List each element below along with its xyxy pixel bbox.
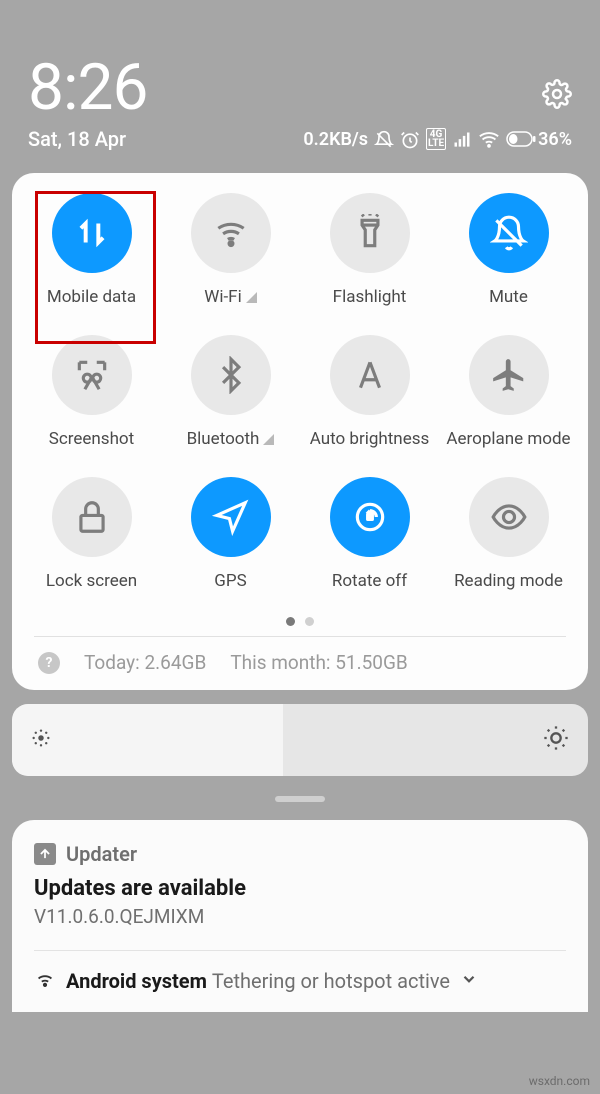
toggle-label: Auto brightness: [310, 429, 430, 449]
settings-gear-icon[interactable]: [542, 50, 572, 125]
toggle-label: Screenshot: [49, 429, 134, 449]
page-dot-1[interactable]: [286, 617, 295, 626]
clock-time: 8:26: [28, 50, 147, 125]
updater-icon: [34, 843, 56, 865]
flashlight-icon[interactable]: [330, 193, 410, 273]
toggle-mute[interactable]: Mute: [439, 193, 578, 307]
toggle-rotate-off[interactable]: Rotate off: [300, 477, 439, 591]
notification-card[interactable]: Updater Updates are available V11.0.6.0.…: [12, 820, 588, 1012]
toggle-label: Bluetooth: [187, 429, 260, 449]
notification-shade-header: 8:26 Sat, 18 Apr 0.2KB/s 4G LTE: [0, 0, 600, 161]
quick-settings-panel: Mobile data Wi-Fi Flashlight Mute Screenshot…: [12, 173, 588, 690]
alarm-icon: [400, 128, 420, 149]
toggle-auto-brightness[interactable]: Auto brightness: [300, 335, 439, 449]
help-icon: ?: [38, 652, 60, 674]
chevron-down-icon[interactable]: [460, 969, 478, 993]
battery-indicator: 36%: [506, 129, 572, 150]
toggle-bluetooth[interactable]: Bluetooth: [161, 335, 300, 449]
notification-secondary-row[interactable]: Android system Tethering or hotspot acti…: [34, 967, 566, 994]
usage-month: This month: 51.50GB: [230, 651, 407, 674]
notification-second-app: Android system: [66, 969, 207, 993]
toggle-label: Aeroplane mode: [446, 429, 570, 449]
status-bar: 0.2KB/s 4G LTE 36%: [303, 128, 572, 150]
aeroplane-mode-icon[interactable]: [469, 335, 549, 415]
toggle-label: Mobile data: [47, 287, 136, 307]
toggle-label: GPS: [214, 571, 246, 591]
signal-icon: [452, 128, 472, 149]
bluetooth-icon[interactable]: [191, 335, 271, 415]
auto-brightness-icon[interactable]: [330, 335, 410, 415]
notification-title: Updates are available: [34, 876, 566, 901]
page-indicator[interactable]: [22, 617, 578, 626]
usage-today: Today: 2.64GB: [84, 651, 206, 674]
divider: [34, 950, 566, 951]
toggle-gps[interactable]: GPS: [161, 477, 300, 591]
toggle-aeroplane-mode[interactable]: Aeroplane mode: [439, 335, 578, 449]
toggle-lock-screen[interactable]: Lock screen: [22, 477, 161, 591]
screenshot-icon[interactable]: [52, 335, 132, 415]
expand-triangle-icon: [246, 292, 257, 303]
battery-pct: 36%: [538, 129, 572, 150]
dnd-off-icon: [374, 128, 394, 149]
toggle-label: Rotate off: [332, 571, 407, 591]
wifi-icon: [478, 128, 500, 150]
mobile-data-icon[interactable]: [52, 193, 132, 273]
brightness-fill: [12, 704, 283, 776]
network-speed: 0.2KB/s: [303, 129, 368, 150]
toggle-label: Flashlight: [333, 287, 407, 307]
date-label: Sat, 18 Apr: [28, 127, 126, 151]
toggle-label: Mute: [489, 287, 528, 307]
page-dot-2[interactable]: [305, 617, 314, 626]
watermark: wsxdn.com: [529, 1074, 590, 1088]
reading-mode-icon[interactable]: [469, 477, 549, 557]
toggle-mobile-data[interactable]: Mobile data: [22, 193, 161, 307]
drag-handle[interactable]: [275, 796, 325, 802]
notification-app-name: Updater: [66, 842, 137, 866]
toggle-label: Wi-Fi: [204, 287, 241, 307]
expand-triangle-icon: [263, 434, 274, 445]
brightness-low-icon: [30, 727, 52, 753]
hotspot-icon: [34, 967, 56, 994]
lock-screen-icon[interactable]: [52, 477, 132, 557]
toggle-wifi[interactable]: Wi-Fi: [161, 193, 300, 307]
notification-second-text: Tethering or hotspot active: [212, 969, 450, 993]
toggle-flashlight[interactable]: Flashlight: [300, 193, 439, 307]
brightness-high-icon: [542, 724, 570, 756]
rotate-off-icon[interactable]: [330, 477, 410, 557]
gps-icon[interactable]: [191, 477, 271, 557]
notification-subtitle: V11.0.6.0.QEJMIXM: [34, 905, 566, 928]
toggle-label: Lock screen: [46, 571, 137, 591]
brightness-slider[interactable]: [12, 704, 588, 776]
wifi-icon[interactable]: [191, 193, 271, 273]
mute-icon[interactable]: [469, 193, 549, 273]
data-usage-row[interactable]: ? Today: 2.64GB This month: 51.50GB: [34, 636, 566, 674]
lte-badge: 4G LTE: [426, 128, 446, 150]
toggle-screenshot[interactable]: Screenshot: [22, 335, 161, 449]
toggle-label: Reading mode: [454, 571, 563, 591]
toggle-reading-mode[interactable]: Reading mode: [439, 477, 578, 591]
notification-app-row: Updater: [34, 842, 566, 866]
